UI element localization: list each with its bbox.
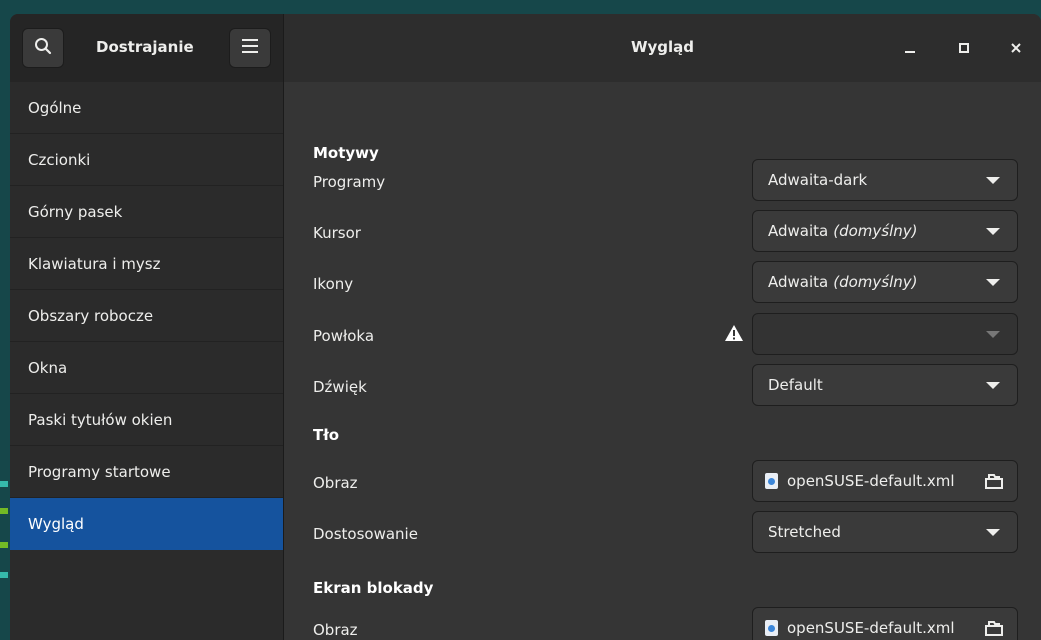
sidebar-item-fonts[interactable]: Czcionki bbox=[10, 134, 283, 186]
sound-theme-dropdown[interactable]: Default bbox=[752, 364, 1018, 406]
background-image-file-button[interactable]: openSUSE-default.xml bbox=[752, 460, 1018, 502]
default-suffix: (domyślny) bbox=[833, 273, 918, 291]
app-title: Dostrajanie bbox=[96, 38, 194, 56]
dropdown-arrow-icon bbox=[986, 228, 1000, 235]
dropdown-arrow-icon bbox=[986, 382, 1000, 389]
sidebar-item-label: Ogólne bbox=[28, 98, 82, 117]
sidebar-item-label: Wygląd bbox=[28, 514, 84, 533]
themes-section-title: Motywy bbox=[313, 144, 379, 162]
dropdown-arrow-icon bbox=[986, 331, 1000, 338]
sidebar-item-general[interactable]: Ogólne bbox=[10, 82, 283, 134]
dropdown-arrow-icon bbox=[986, 529, 1000, 536]
shell-theme-dropdown[interactable] bbox=[752, 313, 1018, 355]
hamburger-menu-icon bbox=[241, 38, 259, 58]
sidebar-item-label: Górny pasek bbox=[28, 202, 123, 221]
background-section-title: Tło bbox=[313, 426, 340, 444]
xml-file-icon bbox=[765, 473, 778, 489]
dropdown-arrow-icon bbox=[986, 177, 1000, 184]
applications-theme-label: Programy bbox=[313, 173, 386, 191]
shell-theme-label: Powłoka bbox=[313, 327, 375, 345]
menu-button[interactable] bbox=[229, 28, 271, 68]
sidebar-item-top-bar[interactable]: Górny pasek bbox=[10, 186, 283, 238]
close-button[interactable] bbox=[1004, 36, 1028, 60]
sidebar-item-keyboard-mouse[interactable]: Klawiatura i mysz bbox=[10, 238, 283, 290]
desktop-accent bbox=[0, 572, 8, 578]
sidebar-item-label: Paski tytułów okien bbox=[28, 410, 173, 429]
sidebar-item-label: Okna bbox=[28, 358, 68, 377]
default-suffix: (domyślny) bbox=[833, 222, 918, 240]
sidebar-item-startup-applications[interactable]: Programy startowe bbox=[10, 446, 283, 498]
search-icon bbox=[34, 37, 52, 59]
maximize-icon bbox=[958, 39, 970, 58]
open-folder-icon bbox=[985, 620, 1003, 640]
dropdown-value: Default bbox=[768, 376, 823, 394]
sidebar-item-workspaces[interactable]: Obszary robocze bbox=[10, 290, 283, 342]
dropdown-value: Adwaita bbox=[768, 273, 829, 291]
minimize-icon bbox=[904, 39, 916, 58]
desktop-accent bbox=[0, 508, 8, 514]
close-icon bbox=[1010, 39, 1022, 58]
dropdown-value: Adwaita-dark bbox=[768, 171, 868, 189]
dropdown-arrow-icon bbox=[986, 279, 1000, 286]
maximize-button[interactable] bbox=[952, 36, 976, 60]
background-image-label: Obraz bbox=[313, 474, 358, 492]
dropdown-value: Stretched bbox=[768, 523, 841, 541]
applications-theme-dropdown[interactable]: Adwaita-dark bbox=[752, 159, 1018, 201]
xml-file-icon bbox=[765, 620, 778, 636]
dropdown-value: Adwaita bbox=[768, 222, 829, 240]
lockscreen-image-file-button[interactable]: openSUSE-default.xml bbox=[752, 607, 1018, 640]
sidebar-item-windows[interactable]: Okna bbox=[10, 342, 283, 394]
sidebar-item-label: Klawiatura i mysz bbox=[28, 254, 161, 273]
cursor-theme-dropdown[interactable]: Adwaita (domyślny) bbox=[752, 210, 1018, 252]
open-folder-icon bbox=[985, 473, 1003, 493]
sidebar-item-label: Czcionki bbox=[28, 150, 91, 169]
cursor-theme-label: Kursor bbox=[313, 224, 361, 242]
sidebar-item-window-titlebars[interactable]: Paski tytułów okien bbox=[10, 394, 283, 446]
file-name: openSUSE-default.xml bbox=[787, 619, 955, 637]
tweaks-window: Dostrajanie Wygląd Ogólne Czcionki Górny… bbox=[10, 14, 1041, 640]
sidebar: Ogólne Czcionki Górny pasek Klawiatura i… bbox=[10, 82, 284, 640]
background-adjustment-label: Dostosowanie bbox=[313, 525, 418, 543]
page-title: Wygląd bbox=[630, 38, 695, 56]
search-button[interactable] bbox=[22, 28, 64, 68]
file-name: openSUSE-default.xml bbox=[787, 472, 955, 490]
desktop-accent bbox=[0, 481, 8, 487]
icons-theme-dropdown[interactable]: Adwaita (domyślny) bbox=[752, 261, 1018, 303]
lockscreen-section-title: Ekran blokady bbox=[313, 579, 434, 597]
warning-icon bbox=[724, 324, 744, 346]
sidebar-header: Dostrajanie bbox=[10, 14, 284, 82]
sound-theme-label: Dźwięk bbox=[313, 378, 367, 396]
minimize-button[interactable] bbox=[898, 36, 922, 60]
desktop-accent bbox=[0, 542, 8, 548]
sidebar-item-label: Programy startowe bbox=[28, 462, 171, 481]
appearance-panel: Motywy Programy Adwaita-dark Kursor Adwa… bbox=[284, 82, 1041, 640]
icons-theme-label: Ikony bbox=[313, 275, 354, 293]
sidebar-item-appearance[interactable]: Wygląd bbox=[10, 498, 283, 550]
lockscreen-image-label: Obraz bbox=[313, 621, 358, 639]
background-adjustment-dropdown[interactable]: Stretched bbox=[752, 511, 1018, 553]
sidebar-item-label: Obszary robocze bbox=[28, 306, 154, 325]
